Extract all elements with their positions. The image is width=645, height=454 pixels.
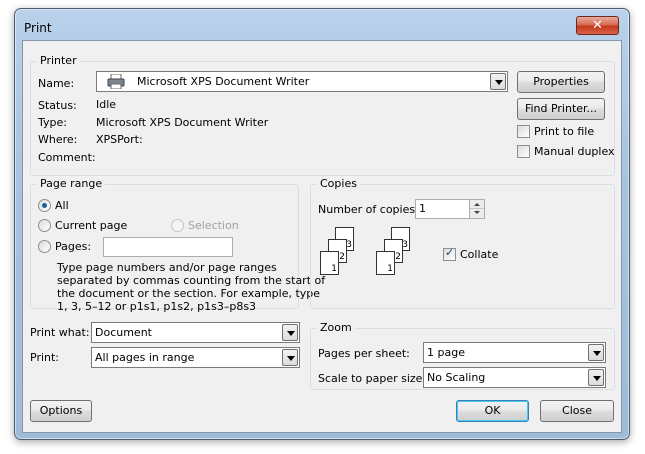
chevron-down-icon[interactable]	[588, 344, 604, 361]
scale-label: Scale to paper size:	[318, 372, 427, 385]
copies-spinner[interactable]	[469, 200, 484, 218]
pages-per-sheet-select[interactable]: 1 page	[423, 342, 606, 363]
page-range-group-title: Page range	[37, 177, 106, 190]
help-line: 1, 3, 5–12 or p1s1, p1s2, p1s3–p8s3	[57, 300, 257, 313]
manual-duplex-checkbox[interactable]	[517, 145, 530, 158]
page-range-help: Type page numbers and/or page ranges sep…	[57, 261, 325, 313]
copies-group: Copies Number of copies: 1 3 2 1 3 2 1 C…	[310, 177, 615, 309]
help-line: separated by commas counting from the st…	[57, 274, 326, 287]
properties-button[interactable]: Properties	[517, 71, 605, 93]
close-window-button[interactable]: ✕	[576, 16, 619, 35]
current-page-radio[interactable]	[38, 219, 51, 232]
where-label: Where:	[38, 133, 78, 146]
help-line: the document or the section. For example…	[57, 287, 321, 300]
spin-up-icon[interactable]	[470, 200, 484, 209]
close-icon: ✕	[592, 18, 603, 33]
print-label: Print:	[30, 351, 60, 364]
print-what-value: Document	[95, 326, 152, 339]
print-what-label: Print what:	[30, 326, 90, 339]
close-button[interactable]: Close	[540, 400, 614, 422]
print-value: All pages in range	[95, 351, 195, 364]
print-select[interactable]: All pages in range	[91, 347, 300, 368]
comment-label: Comment:	[38, 151, 96, 164]
manual-duplex-label[interactable]: Manual duplex	[534, 145, 615, 158]
zoom-group: Zoom Pages per sheet: 1 page Scale to pa…	[310, 321, 615, 390]
chevron-down-icon[interactable]	[588, 369, 604, 386]
find-printer-button[interactable]: Find Printer...	[517, 98, 605, 120]
number-of-copies-input[interactable]: 1	[415, 199, 485, 219]
where-value: XPSPort:	[96, 133, 143, 146]
all-radio[interactable]	[38, 199, 51, 212]
printer-name-value: Microsoft XPS Document Writer	[137, 75, 310, 88]
collate-page-1: 1	[320, 251, 339, 275]
number-of-copies-label: Number of copies:	[318, 203, 419, 216]
chevron-down-icon[interactable]	[282, 324, 298, 341]
pages-radio[interactable]	[38, 240, 51, 253]
selection-label[interactable]: Selection	[188, 219, 239, 232]
print-dialog-window: Print ✕ Printer Name: Microsoft XPS Docu…	[14, 8, 630, 440]
number-of-copies-value: 1	[419, 202, 426, 215]
pages-input[interactable]	[103, 237, 233, 257]
collate-label[interactable]: Collate	[460, 248, 498, 261]
status-value: Idle	[96, 98, 117, 111]
print-what-select[interactable]: Document	[91, 322, 300, 343]
selection-radio[interactable]	[171, 219, 184, 232]
page-range-group: Page range All Current page Selection Pa…	[30, 177, 325, 313]
status-label: Status:	[38, 99, 77, 112]
printer-group-title: Printer	[37, 54, 80, 67]
spin-down-icon[interactable]	[470, 209, 484, 218]
ok-button[interactable]: OK	[456, 400, 529, 422]
printer-group: Printer Name: Microsoft XPS Document Wri…	[30, 54, 615, 176]
copies-group-title: Copies	[317, 177, 360, 190]
collate-checkbox[interactable]	[443, 246, 456, 261]
type-label: Type:	[38, 116, 67, 129]
help-line: Type page numbers and/or page ranges	[57, 261, 277, 274]
name-label: Name:	[38, 77, 75, 90]
window-title: Print	[24, 21, 52, 35]
dialog-client-area: Printer Name: Microsoft XPS Document Wri…	[22, 40, 622, 433]
scale-select[interactable]: No Scaling	[423, 367, 606, 388]
options-button[interactable]: Options	[30, 400, 92, 422]
printer-name-select[interactable]: Microsoft XPS Document Writer	[96, 71, 508, 92]
chevron-down-icon[interactable]	[490, 73, 506, 90]
zoom-group-title: Zoom	[317, 321, 355, 334]
print-to-file-checkbox[interactable]	[517, 125, 530, 138]
pages-per-sheet-label: Pages per sheet:	[318, 347, 410, 360]
all-label[interactable]: All	[55, 199, 69, 212]
chevron-down-icon[interactable]	[282, 349, 298, 366]
type-value: Microsoft XPS Document Writer	[96, 116, 269, 129]
print-to-file-label[interactable]: Print to file	[534, 125, 594, 138]
current-page-label[interactable]: Current page	[55, 219, 127, 232]
collate-page-1: 1	[376, 251, 395, 275]
printer-icon	[107, 74, 125, 89]
pages-per-sheet-value: 1 page	[427, 346, 465, 359]
scale-value: No Scaling	[427, 371, 486, 384]
pages-label[interactable]: Pages:	[55, 240, 91, 253]
